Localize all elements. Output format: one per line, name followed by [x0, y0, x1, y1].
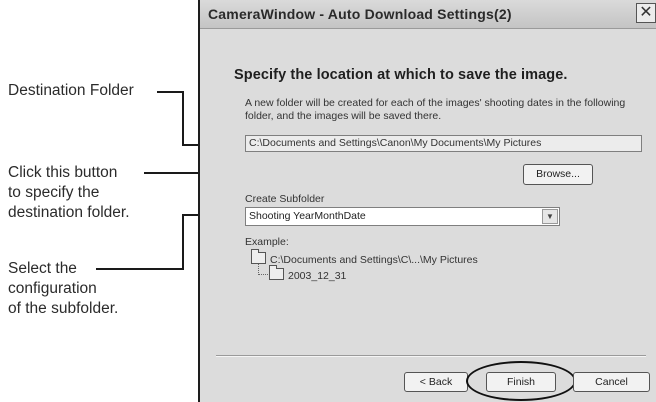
tree-connector — [258, 264, 268, 275]
example-parent-path: C:\Documents and Settings\C\...\My Pictu… — [270, 254, 478, 266]
destination-folder-field[interactable]: C:\Documents and Settings\Canon\My Docum… — [245, 135, 642, 152]
folder-icon — [269, 265, 284, 280]
callout-subfolder-line3: of the subfolder. — [8, 300, 119, 317]
finish-highlight-ellipse — [466, 361, 576, 401]
cancel-button[interactable]: Cancel — [573, 372, 650, 392]
close-icon: ✕ — [639, 4, 653, 21]
example-child-folder: 2003_12_31 — [269, 265, 347, 282]
create-subfolder-label: Create Subfolder — [245, 193, 325, 205]
callout-browse-line1: Click this button — [8, 164, 118, 181]
browse-button[interactable]: Browse... — [523, 164, 593, 185]
subfolder-format-value: Shooting YearMonthDate — [249, 210, 366, 222]
page-heading: Specify the location at which to save th… — [234, 67, 568, 83]
folder-icon — [251, 249, 266, 264]
example-label: Example: — [245, 236, 289, 248]
example-child-name: 2003_12_31 — [288, 270, 347, 282]
callout-browse-line3: destination folder. — [8, 204, 130, 221]
callout-browse-line2: to specify the — [8, 184, 100, 201]
button-separator — [216, 355, 646, 357]
subfolder-format-select[interactable]: Shooting YearMonthDate ▼ — [245, 207, 560, 226]
chevron-down-icon[interactable]: ▼ — [542, 209, 558, 224]
callout-destination-folder: Destination Folder — [8, 82, 134, 99]
auto-download-settings-dialog: CameraWindow - Auto Download Settings(2)… — [198, 0, 656, 402]
close-button[interactable]: ✕ — [636, 3, 656, 23]
title-bar: CameraWindow - Auto Download Settings(2)… — [200, 0, 656, 29]
example-parent-folder: C:\Documents and Settings\C\...\My Pictu… — [251, 249, 478, 266]
callout-subfolder-line2: configuration — [8, 280, 97, 297]
callout-subfolder-line1: Select the — [8, 260, 77, 277]
back-button[interactable]: < Back — [404, 372, 468, 392]
description-text: A new folder will be created for each of… — [245, 97, 626, 122]
window-title: CameraWindow - Auto Download Settings(2) — [208, 6, 512, 22]
